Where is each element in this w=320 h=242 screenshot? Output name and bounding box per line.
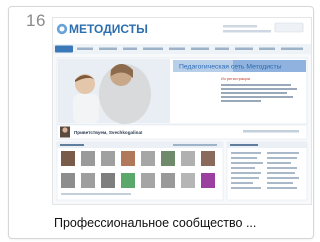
site-logo-icon [56,23,68,35]
announcement-title: Из регистрации [221,76,250,81]
greeting-bar: Приветствуем, Svechkogalina! [56,124,308,140]
banner-title: Педагогическая сеть Методисты [179,64,282,71]
links-panel [226,141,308,201]
user-avatar [60,126,70,138]
members-panel [56,141,224,201]
site-thumbnail[interactable]: МЕТОДИСТЫ Педагогическая сеть Методисты … [52,17,312,205]
result-index: 16 [26,11,46,30]
result-caption[interactable]: Профессиональное сообщество ... [54,216,304,230]
site-header: МЕТОДИСТЫ [53,18,311,44]
site-logo: МЕТОДИСТЫ [69,22,148,36]
greeting-text: Приветствуем, Svechkogalina! [74,130,143,135]
site-nav [53,44,311,54]
site-banner: Педагогическая сеть Методисты Из регистр… [56,57,308,125]
